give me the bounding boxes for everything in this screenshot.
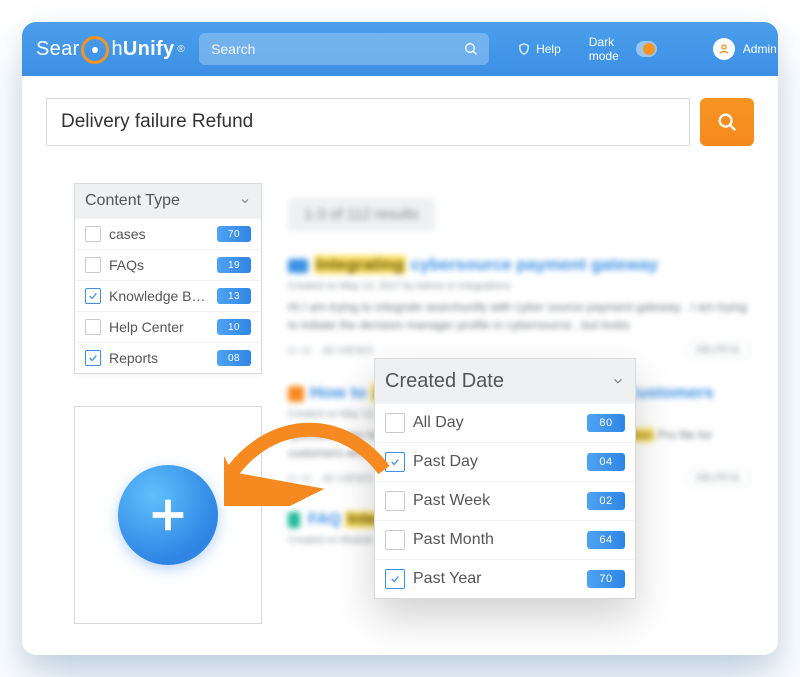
source-icon bbox=[288, 512, 300, 528]
search-bar: Delivery failure Refund bbox=[46, 98, 754, 146]
plus-icon bbox=[145, 492, 191, 538]
facet-item-cases[interactable]: cases 70 bbox=[75, 218, 261, 249]
count-badge: 10 bbox=[217, 319, 251, 335]
help-link[interactable]: Help bbox=[517, 42, 561, 56]
checkbox[interactable] bbox=[85, 350, 101, 366]
count-badge: 08 bbox=[217, 350, 251, 366]
count-badge: 04 bbox=[587, 453, 625, 471]
facet-title: Content Type bbox=[85, 192, 180, 210]
checkbox[interactable] bbox=[385, 569, 405, 589]
facet-item-faqs[interactable]: FAQs 19 bbox=[75, 249, 261, 280]
add-facet-button[interactable] bbox=[118, 465, 218, 565]
result-item[interactable]: Integrating cybersource payment gateway … bbox=[288, 255, 750, 359]
title-text: cybersource payment gateway bbox=[406, 255, 658, 274]
facet-item-reports[interactable]: Reports 08 bbox=[75, 342, 261, 373]
avatar bbox=[713, 38, 735, 60]
facet-label: Help Center bbox=[109, 319, 209, 335]
search-icon bbox=[716, 111, 738, 133]
facet-label: FAQs bbox=[109, 257, 209, 273]
add-facet-panel[interactable] bbox=[74, 406, 262, 624]
user-menu[interactable]: Admin bbox=[713, 38, 778, 60]
app-window: Sear h Unify ® Help Dark mode bbox=[22, 22, 778, 655]
top-bar: Sear h Unify ® Help Dark mode bbox=[22, 22, 778, 76]
vote-count: 0 • 0 bbox=[288, 473, 310, 485]
brand-logo: Sear h Unify ® bbox=[36, 35, 185, 63]
count-badge: 02 bbox=[587, 492, 625, 510]
toggle-switch[interactable] bbox=[636, 41, 656, 57]
top-search-input[interactable] bbox=[209, 40, 463, 58]
facet-title: Created Date bbox=[385, 370, 504, 393]
highlight: Integrating bbox=[314, 255, 406, 274]
search-button[interactable] bbox=[700, 98, 754, 146]
facet-label: Reports bbox=[109, 350, 209, 366]
count-badge: 19 bbox=[217, 257, 251, 273]
result-snippet: Hi I am trying to integrate searchunify … bbox=[288, 298, 750, 334]
search-icon bbox=[463, 41, 479, 57]
facet-item-past-month[interactable]: Past Month 64 bbox=[375, 520, 635, 559]
result-title: Integrating cybersource payment gateway bbox=[288, 255, 750, 275]
logo-text-mid: h bbox=[111, 38, 122, 61]
chevron-down-icon bbox=[239, 195, 251, 207]
user-name: Admin bbox=[743, 42, 777, 56]
vote-count: 0 • 0 bbox=[288, 345, 310, 357]
results-count: 1-3 of 112 results bbox=[288, 198, 435, 231]
top-search[interactable] bbox=[199, 33, 489, 65]
result-meta: Created on May 12, 2017 by Admin in Inte… bbox=[288, 281, 750, 292]
helpful-button[interactable]: HELPFUL bbox=[687, 470, 750, 487]
logo-text-pre: Sear bbox=[36, 38, 79, 61]
facet-header[interactable]: Created Date bbox=[375, 359, 635, 403]
source-icon bbox=[288, 259, 308, 273]
source-icon bbox=[288, 386, 304, 402]
facet-item-all-day[interactable]: All Day 80 bbox=[375, 403, 635, 442]
facet-label: Knowledge Base bbox=[109, 288, 209, 304]
count-badge: 70 bbox=[587, 570, 625, 588]
facet-item-knowledge-base[interactable]: Knowledge Base 13 bbox=[75, 280, 261, 311]
count-badge: 64 bbox=[587, 531, 625, 549]
check-icon bbox=[88, 291, 98, 301]
helpful-button[interactable]: HELPFUL bbox=[687, 342, 750, 359]
shield-icon bbox=[517, 42, 531, 56]
facet-item-past-day[interactable]: Past Day 04 bbox=[375, 442, 635, 481]
facet-label: cases bbox=[109, 226, 209, 242]
help-label: Help bbox=[536, 42, 561, 56]
toggle-knob bbox=[643, 43, 655, 55]
search-query-text: Delivery failure Refund bbox=[61, 111, 253, 133]
logo-text-post: Unify bbox=[123, 38, 175, 61]
facet-header[interactable]: Content Type bbox=[75, 184, 261, 218]
view-count: 40 VIEWS bbox=[322, 345, 373, 357]
checkbox[interactable] bbox=[85, 257, 101, 273]
checkbox[interactable] bbox=[385, 452, 405, 472]
checkbox[interactable] bbox=[385, 491, 405, 511]
logo-registered-icon: ® bbox=[177, 44, 185, 55]
facet-label: Past Day bbox=[413, 453, 579, 471]
facet-content-type: Content Type cases 70 FAQs 19 Knowledge … bbox=[74, 183, 262, 374]
facet-item-past-year[interactable]: Past Year 70 bbox=[375, 559, 635, 598]
person-icon bbox=[718, 43, 730, 55]
count-badge: 70 bbox=[217, 226, 251, 242]
facet-item-help-center[interactable]: Help Center 10 bbox=[75, 311, 261, 342]
check-icon bbox=[88, 353, 98, 363]
darkmode-toggle[interactable]: Dark mode bbox=[589, 35, 657, 63]
logo-sun-icon bbox=[81, 36, 109, 64]
count-badge: 13 bbox=[217, 288, 251, 304]
facet-label: All Day bbox=[413, 414, 579, 432]
checkbox[interactable] bbox=[85, 226, 101, 242]
search-query-field[interactable]: Delivery failure Refund bbox=[46, 98, 690, 146]
result-footer: 0 • 0 40 VIEWS HELPFUL bbox=[288, 342, 750, 359]
chevron-down-icon bbox=[611, 374, 625, 388]
facet-item-past-week[interactable]: Past Week 02 bbox=[375, 481, 635, 520]
count-badge: 80 bbox=[587, 414, 625, 432]
facet-label: Past Month bbox=[413, 531, 579, 549]
check-icon bbox=[390, 457, 400, 467]
view-count: 40 VIEWS bbox=[322, 473, 373, 485]
darkmode-label: Dark mode bbox=[589, 35, 629, 63]
facet-created-date: Created Date All Day 80 Past Day 04 Past… bbox=[374, 358, 636, 599]
facet-label: Past Week bbox=[413, 492, 579, 510]
facet-label: Past Year bbox=[413, 570, 579, 588]
checkbox[interactable] bbox=[85, 319, 101, 335]
checkbox[interactable] bbox=[85, 288, 101, 304]
checkbox[interactable] bbox=[385, 413, 405, 433]
checkbox[interactable] bbox=[385, 530, 405, 550]
check-icon bbox=[390, 574, 400, 584]
